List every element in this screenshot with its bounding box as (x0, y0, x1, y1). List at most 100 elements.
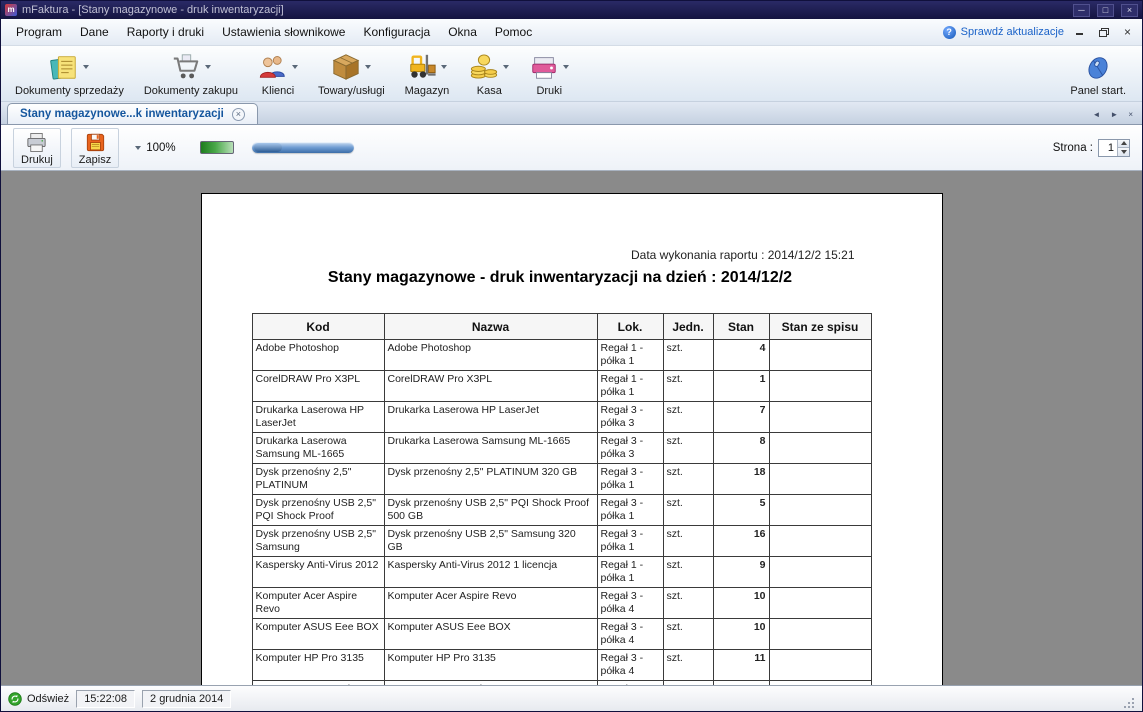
clients-icon (258, 52, 288, 82)
dropdown-icon[interactable] (205, 65, 211, 69)
cell-kod: CorelDRAW Pro X3PL (252, 371, 384, 402)
cell-lok: Regał 3 - półka 3 (597, 402, 663, 433)
menubar-right: ? Sprawdź aktualizacje × (943, 25, 1136, 40)
spinner-up-button[interactable] (1118, 140, 1129, 148)
toolbar-button-clients[interactable]: Klienci (252, 48, 304, 98)
report-page: Data wykonania raportu : 2014/12/2 15:21… (201, 193, 943, 685)
cell-jedn: szt. (663, 526, 713, 557)
refresh-button[interactable]: Odśwież (8, 692, 69, 706)
dropdown-icon[interactable] (365, 65, 371, 69)
report-title: Stany magazynowe - druk inwentaryzacji n… (252, 269, 869, 287)
update-icon: ? (943, 26, 956, 39)
cell-jedn: szt. (663, 402, 713, 433)
cell-nazwa: Kaspersky Anti-Virus 2012 1 licencja (384, 557, 597, 588)
dropdown-icon[interactable] (292, 65, 298, 69)
spinner-arrows (1117, 140, 1129, 156)
cell-kod: Komputer HP Pro 3135 (252, 650, 384, 681)
refresh-label: Odśwież (27, 693, 69, 705)
menubar: ProgramDaneRaporty i drukiUstawienia sło… (1, 19, 1142, 46)
toolbar-button-label: Druki (536, 85, 562, 97)
print-button-label: Drukuj (21, 154, 53, 166)
tab-scroll-left-button[interactable]: ◄ (1089, 109, 1103, 120)
preview-area[interactable]: Data wykonania raportu : 2014/12/2 15:21… (1, 171, 1142, 685)
menu-item[interactable]: Konfiguracja (354, 21, 439, 43)
coins-icon (469, 52, 499, 82)
dropdown-icon[interactable] (441, 65, 447, 69)
print-button[interactable]: Drukuj (13, 128, 61, 168)
report-toolbar: Drukuj Zapisz 100% Strona : 1 (1, 125, 1142, 171)
printer-icon (25, 131, 48, 154)
maximize-button[interactable]: □ (1097, 4, 1114, 17)
tab-close-icon[interactable]: × (232, 108, 245, 121)
menu-item[interactable]: Raporty i druki (118, 21, 213, 43)
cell-nazwa: Dysk przenośny USB 2,5" PQI Shock Proof … (384, 495, 597, 526)
sales-documents-icon (49, 52, 79, 82)
inventory-table: KodNazwaLok.Jedn.StanStan ze spisu Adobe… (252, 313, 872, 685)
cell-stan-ze-spisu (769, 433, 871, 464)
cell-stan-ze-spisu (769, 650, 871, 681)
toolbar-button-label: Panel start. (1070, 85, 1126, 97)
mdi-close-button[interactable]: × (1119, 25, 1136, 40)
table-row: Dysk przenośny 2,5" PLATINUM Dysk przeno… (252, 464, 871, 495)
toolbar-button-cash[interactable]: Kasa (463, 48, 515, 98)
minimize-icon (1076, 29, 1083, 35)
toolbar-button-prints[interactable]: Druki (523, 48, 575, 98)
close-button[interactable]: × (1121, 4, 1138, 17)
cell-lok: Regał 3 - półka 1 (597, 495, 663, 526)
update-link[interactable]: Sprawdź aktualizacje (961, 26, 1064, 38)
toolbar-button-label: Dokumenty zakupu (144, 85, 238, 97)
page-spinner[interactable]: 1 (1098, 139, 1130, 157)
cell-stan-ze-spisu (769, 619, 871, 650)
cell-stan-ze-spisu (769, 464, 871, 495)
menu-item[interactable]: Program (7, 21, 71, 43)
main-toolbar: Dokumenty sprzedaży Dokumenty zakupu Kli… (1, 46, 1142, 102)
menu-item[interactable]: Pomoc (486, 21, 541, 43)
table-row: Dysk przenośny USB 2,5" Samsung Dysk prz… (252, 526, 871, 557)
menu-item[interactable]: Ustawienia słownikowe (213, 21, 354, 43)
menu-items: ProgramDaneRaporty i drukiUstawienia sło… (7, 21, 541, 43)
table-header-cell: Lok. (597, 314, 663, 340)
toolbar-button-warehouse[interactable]: Magazyn (399, 48, 456, 98)
cell-stan-ze-spisu (769, 402, 871, 433)
tab-bar-close-button[interactable]: × (1125, 109, 1136, 120)
cell-jedn: szt. (663, 650, 713, 681)
mdi-restore-button[interactable] (1095, 25, 1112, 40)
menu-item[interactable]: Okna (439, 21, 486, 43)
cell-nazwa: Komputer ASUS Eee BOX (384, 619, 597, 650)
cell-lok: Regał 1 - półka 1 (597, 557, 663, 588)
cell-lok: Regał 1 - półka 1 (597, 371, 663, 402)
toolbar-button-sales-documents[interactable]: Dokumenty sprzedaży (9, 48, 130, 98)
resize-grip[interactable] (1123, 697, 1135, 709)
purchase-documents-icon (171, 52, 201, 82)
mdi-minimize-button[interactable] (1071, 25, 1088, 40)
status-bar: Odśwież 15:22:08 2 grudnia 2014 (1, 685, 1142, 711)
dropdown-icon[interactable] (83, 65, 89, 69)
tab-stany-magazynowe[interactable]: Stany magazynowe...k inwentaryzacji × (7, 103, 258, 124)
minimize-button[interactable]: ─ (1073, 4, 1090, 17)
cell-stan: 11 (713, 650, 769, 681)
dropdown-icon[interactable] (563, 65, 569, 69)
spinner-down-button[interactable] (1118, 147, 1129, 156)
zoom-level-bar (200, 141, 234, 154)
cell-lok: Regał 3 - półka 4 (597, 588, 663, 619)
save-button[interactable]: Zapisz (71, 128, 119, 168)
zoom-dropdown[interactable]: 100% (135, 142, 175, 154)
menu-item[interactable]: Dane (71, 21, 118, 43)
cell-jedn: szt. (663, 619, 713, 650)
zoom-slider-handle[interactable] (254, 143, 282, 152)
dropdown-icon[interactable] (503, 65, 509, 69)
cell-stan-ze-spisu (769, 557, 871, 588)
panel-start-button[interactable]: Panel start. (1064, 48, 1132, 98)
cell-kod: Drukarka Laserowa Samsung ML-1665 (252, 433, 384, 464)
tab-scroll-right-button[interactable]: ► (1107, 109, 1121, 120)
tab-bar-controls: ◄ ► × (1089, 109, 1136, 124)
app-window: m mFaktura - [Stany magazynowe - druk in… (0, 0, 1143, 712)
cell-nazwa: Komputer HP Pro 3135 (384, 650, 597, 681)
toolbar-button-goods-services[interactable]: Towary/usługi (312, 48, 391, 98)
zoom-slider[interactable] (252, 142, 354, 153)
cell-stan-ze-spisu (769, 588, 871, 619)
table-header-cell: Kod (252, 314, 384, 340)
cell-lok: Regał 3 - półka 3 (597, 433, 663, 464)
floppy-icon (84, 131, 107, 154)
toolbar-button-purchase-documents[interactable]: Dokumenty zakupu (138, 48, 244, 98)
